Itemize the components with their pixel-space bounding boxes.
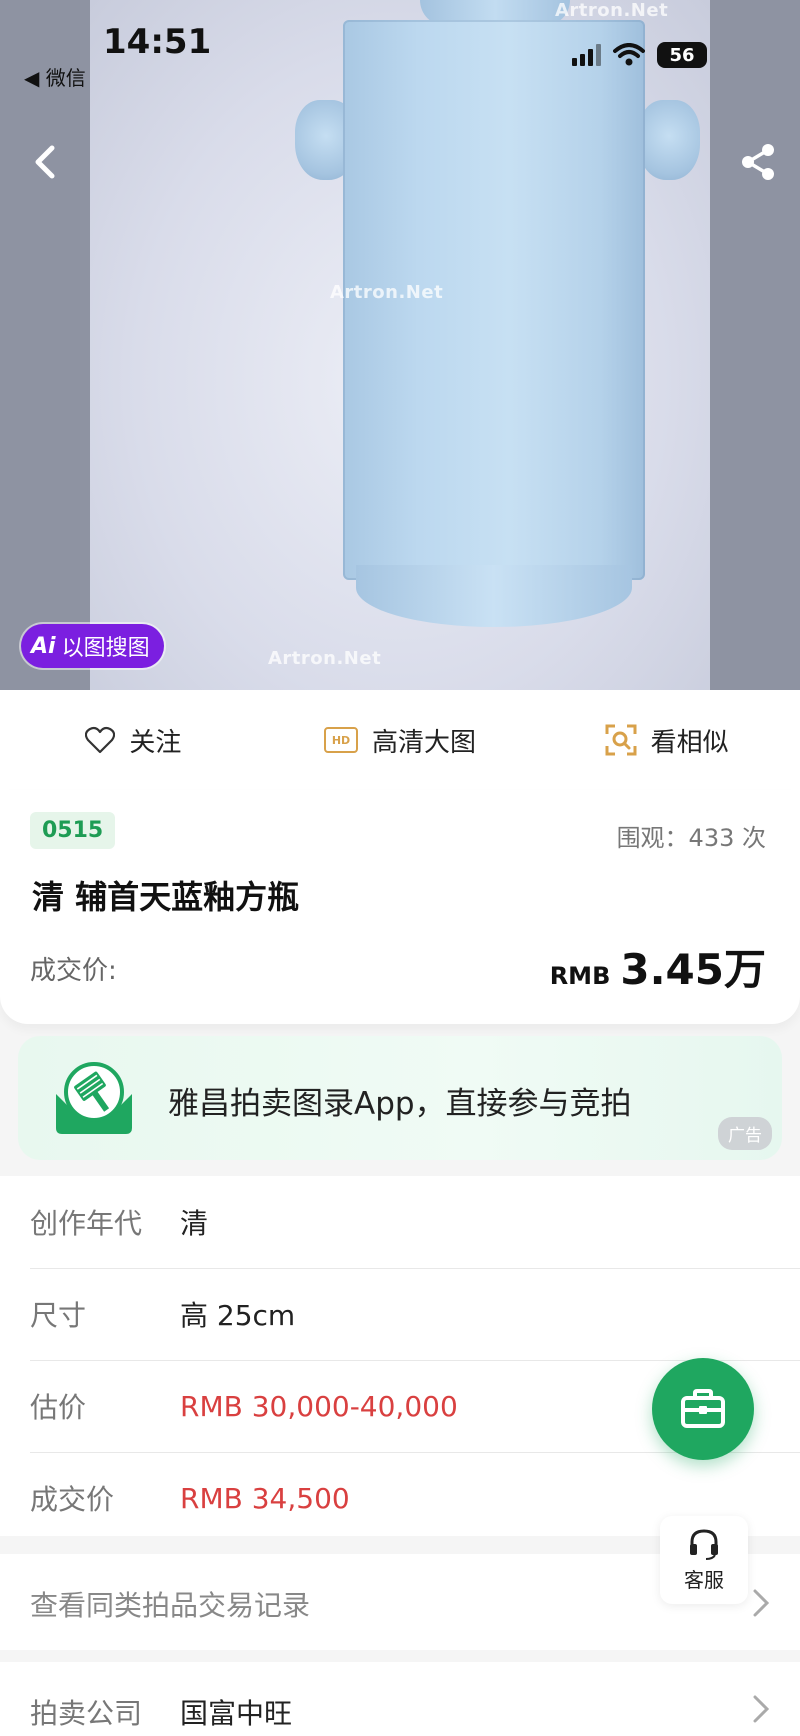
detail-value: 清 bbox=[180, 1207, 209, 1240]
action-bar: 关注 HD 高清大图 看相似 bbox=[0, 690, 800, 791]
detail-label: 创作年代 bbox=[30, 1207, 143, 1240]
follow-button[interactable]: 关注 bbox=[0, 722, 267, 759]
lot-title: 清 辅首天蓝釉方瓶 bbox=[32, 878, 300, 916]
hd-image-label: 高清大图 bbox=[372, 727, 477, 758]
watermark: Artron.Net bbox=[330, 282, 444, 303]
similar-label: 看相似 bbox=[650, 727, 729, 758]
auction-company-row[interactable]: 拍卖公司 国富中旺 bbox=[0, 1662, 800, 1736]
yachang-app-logo-icon bbox=[56, 1062, 132, 1134]
deal-price: RMB 3.45万 bbox=[550, 936, 766, 997]
detail-value: RMB 34,500 bbox=[180, 1481, 350, 1515]
view-count: 围观：433 次 bbox=[616, 824, 766, 852]
ad-text: 雅昌拍卖图录App，直接参与竞拍 bbox=[168, 1086, 632, 1122]
company-label: 拍卖公司 bbox=[30, 1697, 143, 1730]
lot-image[interactable]: Artron.Net Artron.Net Artron.Net 14:51 ◀… bbox=[0, 0, 800, 690]
detail-label: 尺寸 bbox=[30, 1299, 87, 1332]
vase-handle-right bbox=[638, 100, 700, 180]
chevron-right-icon bbox=[753, 1695, 770, 1723]
headset-icon bbox=[690, 1528, 718, 1560]
detail-value: RMB 30,000-40,000 bbox=[180, 1389, 458, 1423]
back-arrow-icon[interactable] bbox=[26, 140, 66, 184]
image-search-label: 以图搜图 bbox=[61, 636, 150, 661]
share-icon[interactable] bbox=[736, 140, 780, 184]
wifi-icon bbox=[613, 43, 645, 66]
image-search-button[interactable]: Ai 以图搜图 bbox=[21, 624, 164, 668]
back-to-app-link[interactable]: ◀ 微信 bbox=[24, 62, 86, 91]
customer-service-button[interactable]: 客服 bbox=[660, 1516, 748, 1604]
chevron-right-icon bbox=[753, 1589, 770, 1617]
company-name: 国富中旺 bbox=[180, 1697, 293, 1730]
deal-currency: RMB bbox=[549, 962, 611, 990]
lot-details: 创作年代 清 尺寸 高 25cm 估价 RMB 30,000-40,000 成交… bbox=[0, 1176, 800, 1536]
deal-amount: 3.45万 bbox=[620, 945, 766, 994]
similar-search-icon bbox=[605, 724, 637, 756]
vase-foot bbox=[356, 565, 632, 627]
detail-label: 成交价 bbox=[30, 1483, 115, 1516]
status-time: 14:51 bbox=[103, 22, 212, 62]
watermark: Artron.Net bbox=[268, 648, 382, 669]
customer-service-label: 客服 bbox=[684, 1567, 724, 1592]
status-icons: 56 bbox=[572, 42, 707, 68]
watermark: Artron.Net bbox=[555, 0, 669, 21]
detail-value: 高 25cm bbox=[180, 1299, 296, 1332]
detail-row-era: 创作年代 清 bbox=[30, 1176, 800, 1269]
ad-tag: 广告 bbox=[718, 1117, 772, 1150]
signal-icon bbox=[572, 44, 601, 66]
deal-price-label: 成交价: bbox=[30, 956, 117, 986]
detail-row-size: 尺寸 高 25cm bbox=[30, 1268, 800, 1361]
similar-records-label: 查看同类拍品交易记录 bbox=[30, 1589, 311, 1622]
similar-button[interactable]: 看相似 bbox=[533, 722, 800, 759]
heart-outline-icon bbox=[85, 726, 116, 754]
lot-summary-card: 0515 围观：433 次 清 辅首天蓝釉方瓶 成交价: RMB 3.45万 bbox=[0, 790, 800, 1024]
battery-icon: 56 bbox=[657, 42, 707, 68]
ai-logo-icon: Ai bbox=[31, 633, 56, 659]
hd-icon: HD bbox=[324, 727, 358, 753]
follow-label: 关注 bbox=[129, 727, 182, 758]
lot-number-badge: 0515 bbox=[30, 812, 116, 849]
briefcase-icon bbox=[681, 1389, 725, 1428]
vase-photo bbox=[90, 0, 710, 690]
detail-label: 估价 bbox=[30, 1391, 87, 1424]
hd-image-button[interactable]: HD 高清大图 bbox=[267, 722, 534, 759]
briefcase-fab-button[interactable] bbox=[652, 1358, 754, 1460]
ad-banner[interactable]: 雅昌拍卖图录App，直接参与竞拍 广告 bbox=[18, 1036, 782, 1160]
